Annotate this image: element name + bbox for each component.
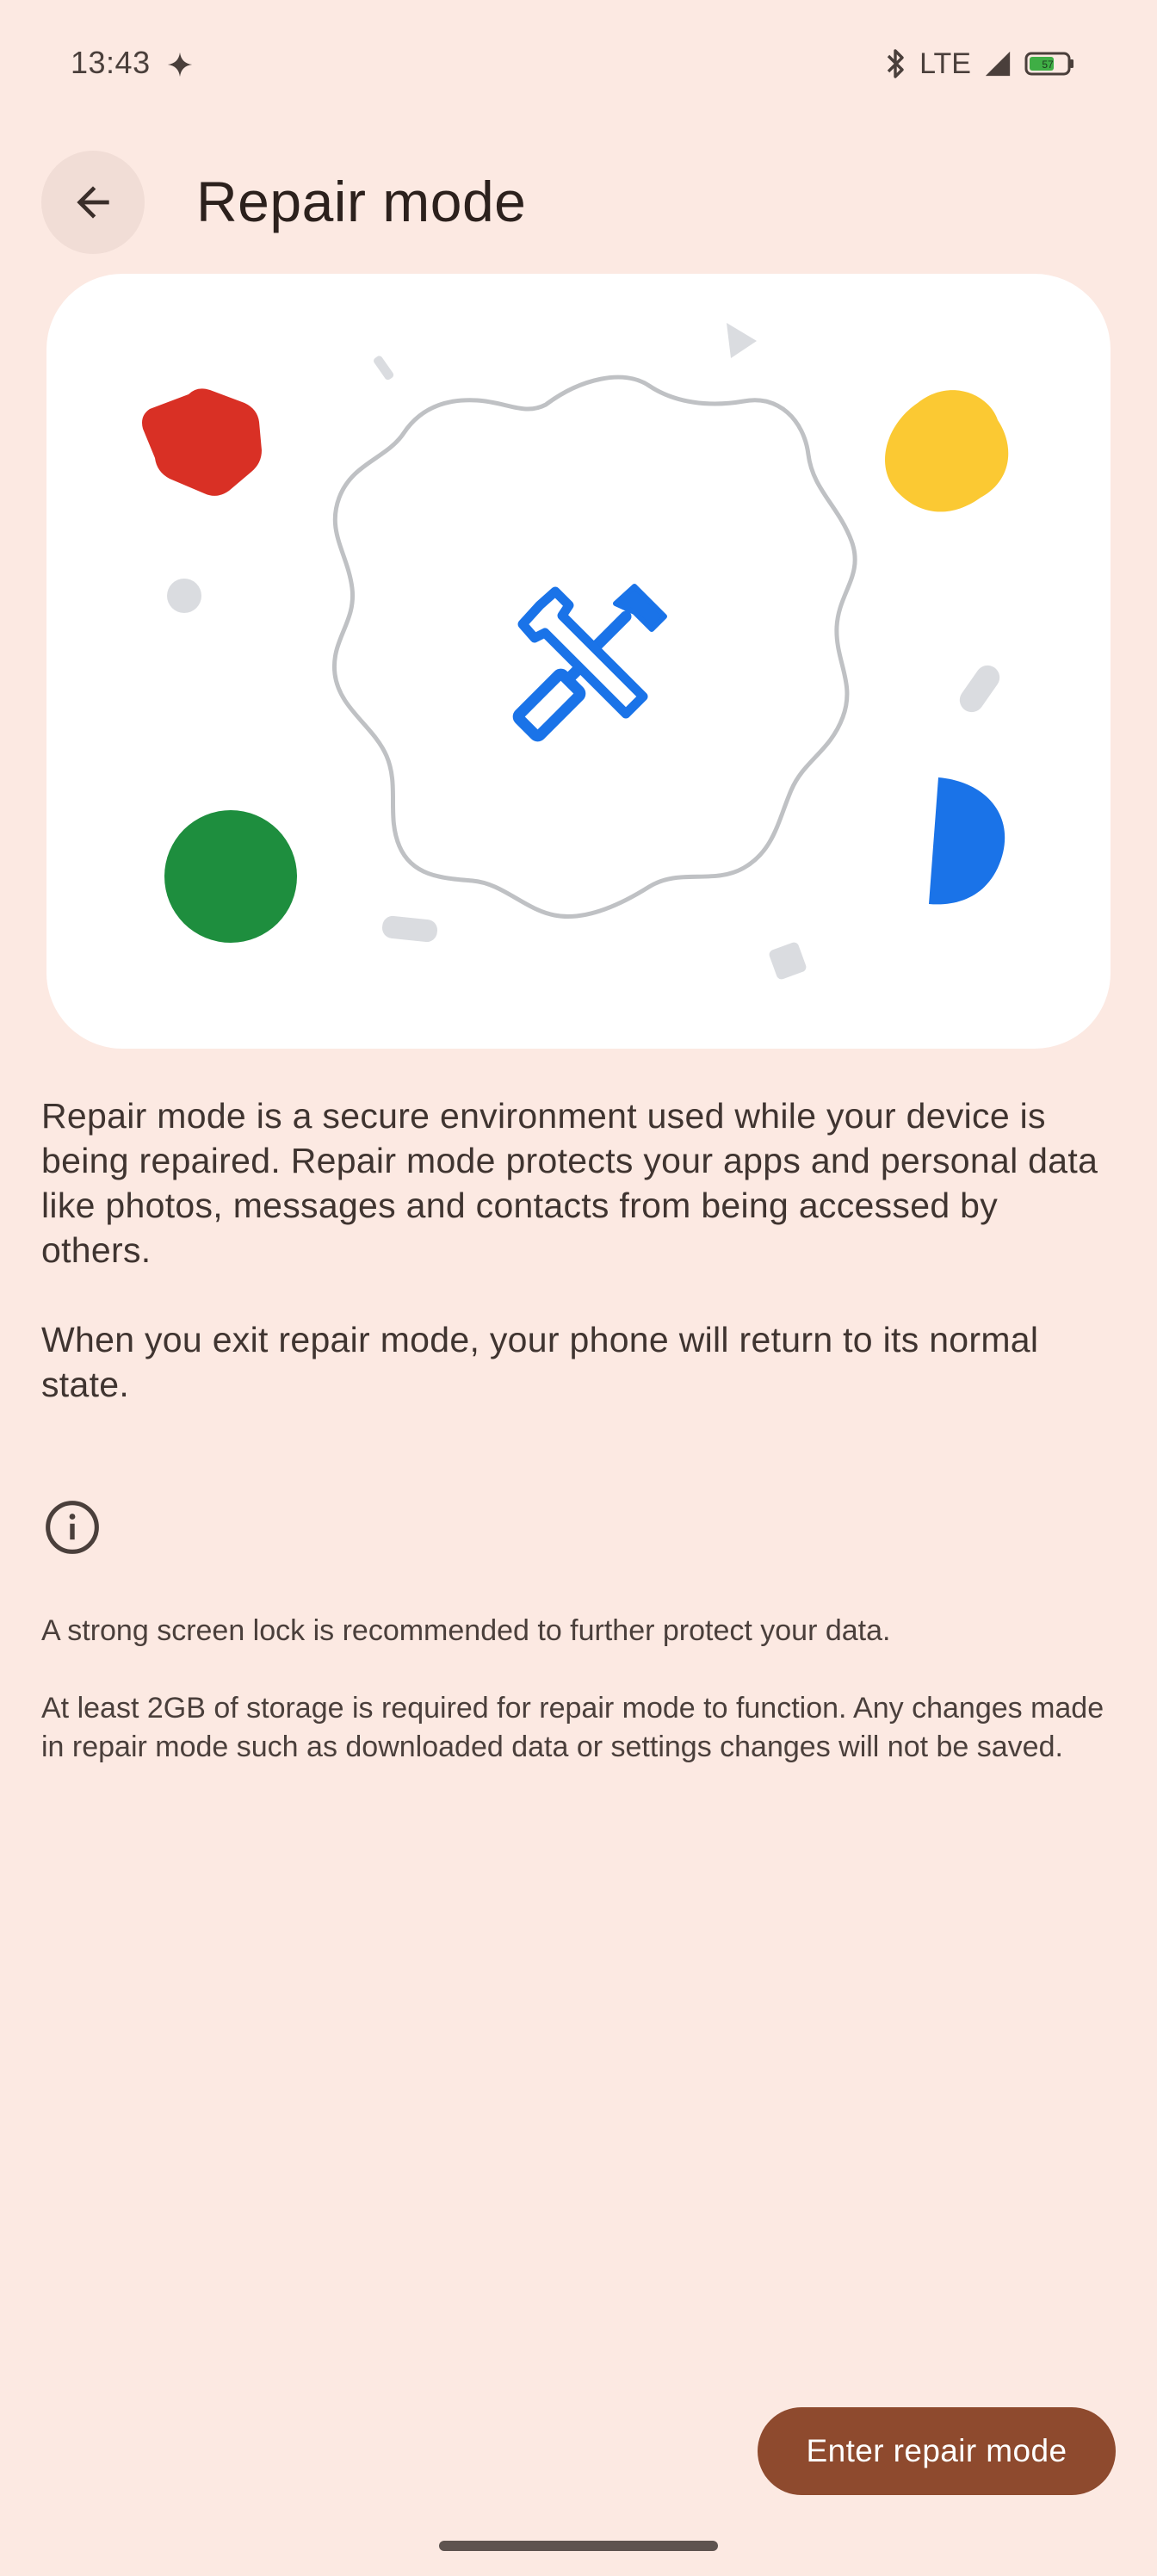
bluetooth-icon: [887, 49, 904, 78]
arrow-back-icon: [77, 186, 109, 219]
red-shape: [142, 388, 262, 496]
repair-tools-icon: [512, 584, 667, 742]
status-icons: LTE 57: [883, 46, 1076, 81]
exit-info-paragraph: When you exit repair mode, your phone wi…: [41, 1320, 1039, 1404]
gray-confetti: [959, 665, 1000, 713]
yellow-shape: [885, 390, 1009, 512]
status-bar: 13:43 LTE 57: [0, 0, 1157, 133]
sparkle-icon: [167, 52, 193, 77]
network-type: LTE: [919, 46, 971, 80]
gesture-navigation-handle[interactable]: [439, 2541, 718, 2551]
gray-triangle: [727, 323, 757, 358]
battery-icon: 57: [1024, 52, 1073, 76]
description-paragraph: Repair mode is a secure environment used…: [41, 1096, 1098, 1270]
gray-dot: [167, 579, 201, 613]
back-button[interactable]: [41, 151, 145, 254]
gray-confetti: [769, 942, 807, 980]
repair-illustration: [142, 323, 1009, 980]
gray-confetti: [374, 356, 394, 381]
enter-repair-mode-button[interactable]: Enter repair mode: [758, 2407, 1116, 2495]
status-time: 13:43: [71, 45, 151, 80]
gray-confetti: [382, 915, 437, 943]
blue-half-circle: [929, 777, 1005, 905]
info-icon: [46, 1501, 99, 1554]
green-circle: [164, 810, 297, 943]
battery-level: 57: [1042, 59, 1054, 71]
signal-icon: [985, 51, 1011, 77]
illustration-card: [46, 274, 1111, 1049]
page-title: Repair mode: [196, 170, 527, 233]
screen-lock-note: A strong screen lock is recommended to f…: [41, 1614, 891, 1647]
storage-note: At least 2GB of storage is required for …: [41, 1692, 1104, 1763]
